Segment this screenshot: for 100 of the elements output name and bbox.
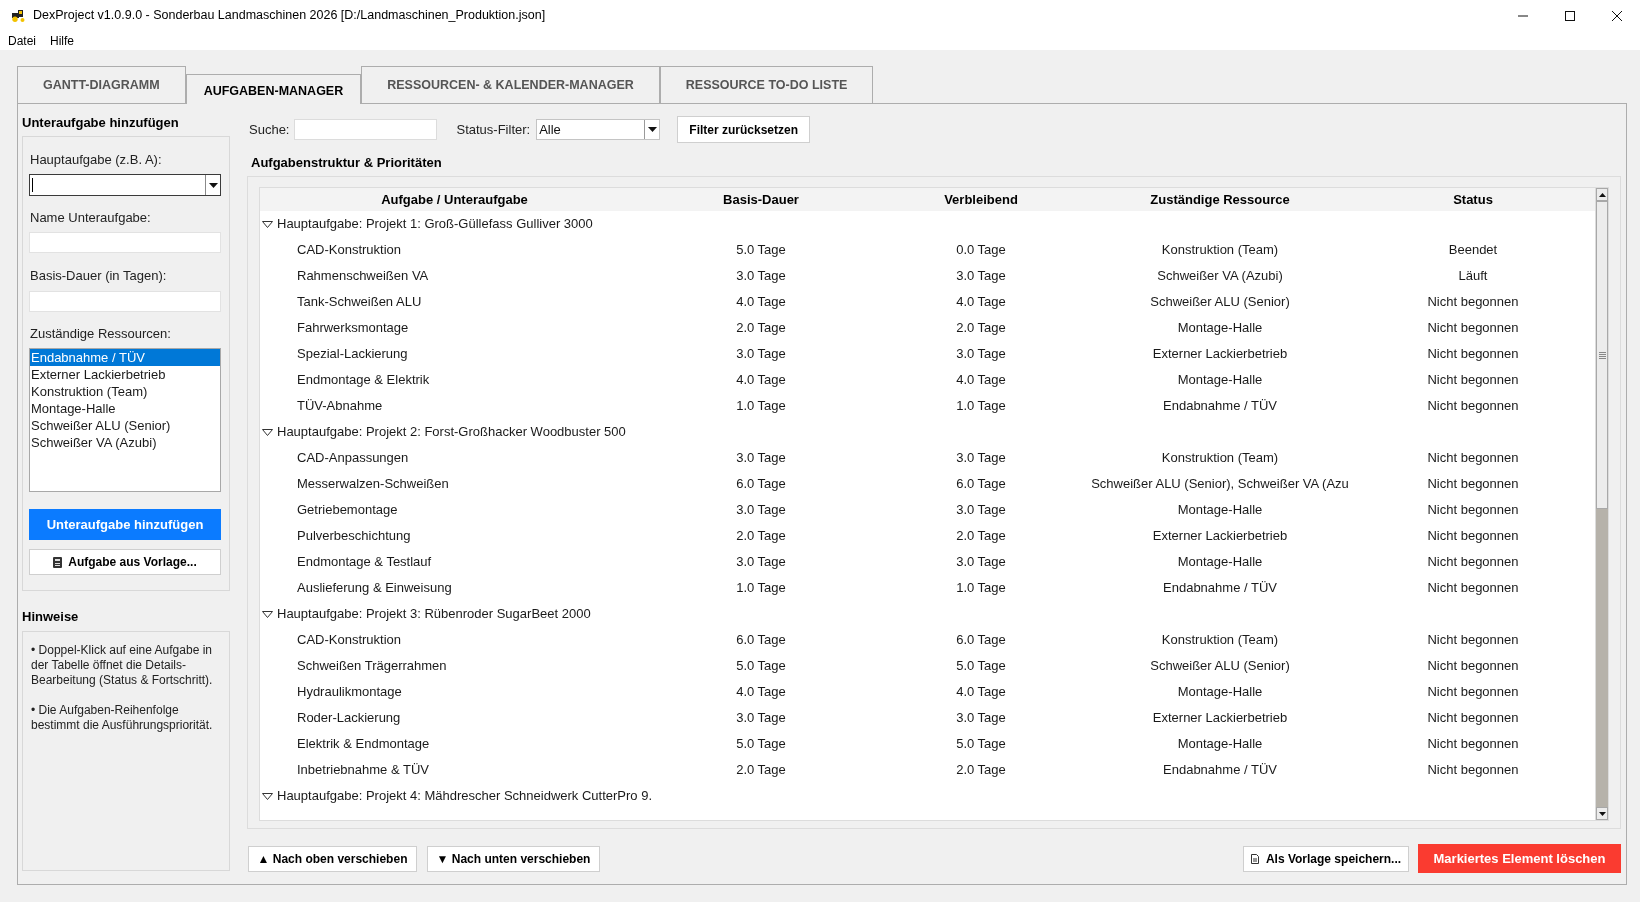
- reset-filter-button[interactable]: Filter zurücksetzen: [677, 116, 811, 143]
- table-cell-text: Inbetriebnahme & TÜV: [297, 761, 429, 780]
- maximize-icon[interactable]: [1564, 10, 1575, 21]
- table-cell-text: Externer Lackierbetrieb: [1152, 709, 1288, 728]
- table-cell-text: 3.0 Tage: [956, 553, 1006, 572]
- table-cell-text: Endabnahme / TÜV: [1163, 579, 1277, 598]
- table-cell-text: Montage-Halle: [1177, 683, 1263, 702]
- input-field[interactable]: [29, 232, 221, 253]
- table-cell-text: CAD-Konstruktion: [297, 241, 402, 260]
- delete-button[interactable]: Markiertes Element löschen: [1418, 844, 1621, 873]
- table-cell-text: 2.0 Tage: [956, 761, 1006, 780]
- table-cell-text: Rahmenschweißen VA: [297, 267, 429, 286]
- expand-triangle-icon[interactable]: [262, 610, 273, 618]
- list-item[interactable]: Konstruktion (Team): [30, 383, 220, 400]
- tab[interactable]: RESSOURCEN- & KALENDER-MANAGER: [361, 66, 660, 103]
- caret-down-icon[interactable]: [208, 182, 218, 188]
- move-up-button[interactable]: ▲ Nach oben verschieben: [248, 845, 417, 872]
- caret-down-icon[interactable]: [647, 127, 657, 132]
- section-heading: Aufgabenstruktur & Prioritäten: [251, 155, 442, 171]
- table-cell-text: Spezial-Lackierung: [297, 345, 408, 364]
- table-cell-text: 6.0 Tage: [956, 631, 1006, 650]
- group-label[interactable]: Hauptaufgabe: Projekt 4: Mähdrescher Schneidwerk CutterPro 9.: [277, 786, 653, 806]
- table-cell-text: 3.0 Tage: [956, 449, 1006, 468]
- table-cell-text: Nicht begonnen: [1427, 683, 1519, 702]
- tab[interactable]: AUFGABEN-MANAGER: [185, 74, 362, 104]
- section-heading: Unteraufgabe hinzufügen: [22, 115, 179, 131]
- table-cell-text: 3.0 Tage: [736, 501, 786, 520]
- table-cell-text: 1.0 Tage: [736, 579, 786, 598]
- column-header[interactable]: Verbleibend: [944, 189, 1018, 210]
- table-cell-text: 4.0 Tage: [956, 371, 1006, 390]
- table-cell-text: Schweißer ALU (Senior): [1150, 657, 1290, 676]
- clipboard-icon: [53, 556, 63, 568]
- scrollbar[interactable]: [1595, 188, 1608, 820]
- table-cell-text: Nicht begonnen: [1427, 319, 1519, 338]
- table-cell-text: Nicht begonnen: [1427, 293, 1519, 312]
- scroll-up-icon[interactable]: [1598, 192, 1606, 197]
- list-item[interactable]: Endabnahme / TÜV: [30, 349, 220, 366]
- list-item[interactable]: Externer Lackierbetrieb: [30, 366, 220, 383]
- move-down-button[interactable]: ▼ Nach unten verschieben: [427, 845, 600, 872]
- list-item[interactable]: Schweißer ALU (Senior): [30, 417, 220, 434]
- expand-triangle-icon[interactable]: [262, 220, 273, 228]
- menu-item[interactable]: Datei: [8, 31, 36, 50]
- add-subtask-button[interactable]: Unteraufgabe hinzufügen: [29, 509, 221, 540]
- column-header[interactable]: Zuständige Ressource: [1150, 189, 1290, 210]
- section-heading: Hinweise: [22, 609, 79, 625]
- group-label[interactable]: Hauptaufgabe: Projekt 2: Forst-Großhacker Woodbuster 500: [277, 422, 626, 442]
- table-cell-text: Nicht begonnen: [1427, 475, 1519, 494]
- table-cell-text: Elektrik & Endmontage: [297, 735, 430, 754]
- list-item[interactable]: Schweißer VA (Azubi): [30, 434, 220, 451]
- tab[interactable]: RESSOURCE TO-DO LISTE: [659, 66, 874, 103]
- input-field[interactable]: [29, 291, 221, 312]
- close-icon[interactable]: [1611, 10, 1622, 21]
- column-header[interactable]: Basis-Dauer: [723, 189, 799, 210]
- scrollbar-thumb[interactable]: [1596, 201, 1608, 509]
- table-cell-text: 5.0 Tage: [956, 657, 1006, 676]
- table-cell-text: Endmontage & Testlauf: [297, 553, 432, 572]
- table-cell-text: Messerwalzen-Schweißen: [297, 475, 449, 494]
- table-cell-text: 0.0 Tage: [956, 241, 1006, 260]
- main-task-dropdown[interactable]: [29, 174, 221, 196]
- table-cell-text: 3.0 Tage: [956, 345, 1006, 364]
- expand-triangle-icon[interactable]: [262, 792, 273, 800]
- table-cell-text: Nicht begonnen: [1427, 761, 1519, 780]
- template-button[interactable]: Aufgabe aus Vorlage...: [29, 549, 221, 575]
- table-cell-text: 3.0 Tage: [736, 553, 786, 572]
- table-cell-text: 5.0 Tage: [956, 735, 1006, 754]
- menu-item[interactable]: Hilfe: [50, 31, 75, 50]
- list-item[interactable]: Montage-Halle: [30, 400, 220, 417]
- group-label[interactable]: Hauptaufgabe: Projekt 3: Rübenroder SugarBeet 2000: [277, 604, 591, 624]
- tab[interactable]: GANTT-DIAGRAMM: [17, 66, 186, 103]
- table-cell-text: Nicht begonnen: [1427, 657, 1519, 676]
- table-cell-text: 5.0 Tage: [736, 735, 786, 754]
- search-field[interactable]: [294, 119, 438, 140]
- table-cell-text: Montage-Halle: [1177, 319, 1263, 338]
- table-cell-text: 2.0 Tage: [956, 319, 1006, 338]
- scroll-down-icon[interactable]: [1598, 811, 1606, 816]
- table-cell-text: Nicht begonnen: [1427, 371, 1519, 390]
- table-cell-text: Roder-Lackierung: [297, 709, 401, 728]
- table-cell-text: Schweißer ALU (Senior): [1150, 293, 1290, 312]
- column-header[interactable]: Status: [1453, 189, 1493, 210]
- table-cell-text: CAD-Konstruktion: [297, 631, 402, 650]
- field-label: Hauptaufgabe (z.B. A):: [30, 152, 162, 168]
- document-icon: [1250, 853, 1259, 864]
- table-cell-text: Nicht begonnen: [1427, 579, 1519, 598]
- table-cell-text: 6.0 Tage: [736, 631, 786, 650]
- table-cell-text: Tank-Schweißen ALU: [297, 293, 422, 312]
- expand-triangle-icon[interactable]: [262, 428, 273, 436]
- resource-listbox[interactable]: Endabnahme / TÜV Externer Lackierbetrieb Konstruktion (Team) Montage-Halle Schweißer ALU (Senior) Schweißer VA (Azubi): [29, 348, 221, 492]
- save-template-button[interactable]: Als Vorlage speichern...: [1243, 845, 1409, 872]
- table-cell-text: TÜV-Abnahme: [297, 397, 383, 416]
- table-cell-text: Endabnahme / TÜV: [1163, 761, 1277, 780]
- table-cell-text: Nicht begonnen: [1427, 735, 1519, 754]
- table-cell-text: 3.0 Tage: [736, 449, 786, 468]
- column-header[interactable]: Aufgabe / Unteraufgabe: [381, 189, 528, 210]
- table-cell-text: 6.0 Tage: [736, 475, 786, 494]
- group-label[interactable]: Hauptaufgabe: Projekt 1: Groß-Güllefass Gulliver 3000: [277, 214, 593, 234]
- status-filter-dropdown[interactable]: Alle: [536, 119, 661, 140]
- field-label: Status-Filter:: [456, 120, 531, 139]
- table-cell-text: 1.0 Tage: [956, 397, 1006, 416]
- table-cell-text: Nicht begonnen: [1427, 631, 1519, 650]
- table-cell-text: 4.0 Tage: [736, 371, 786, 390]
